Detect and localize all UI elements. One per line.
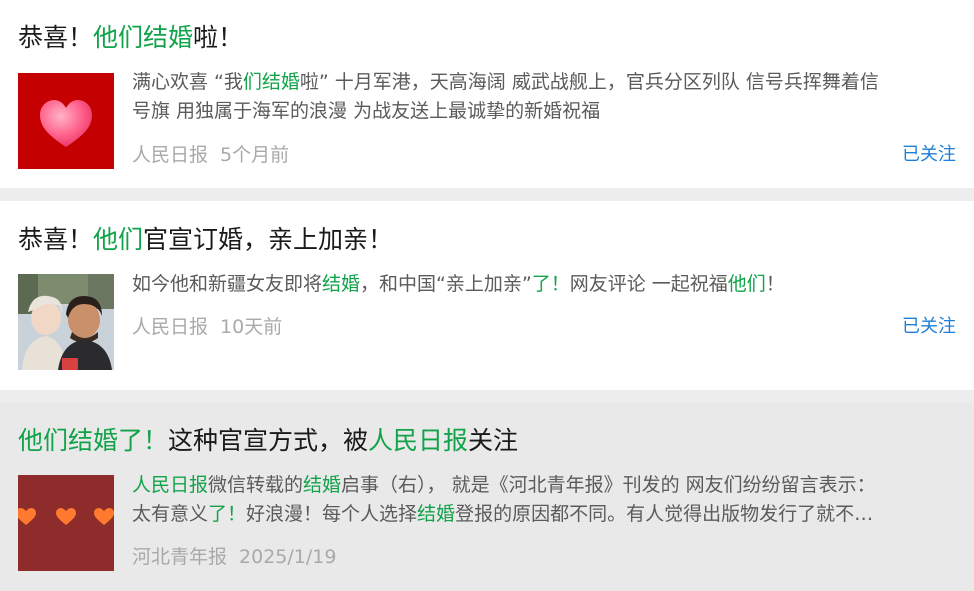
news-card[interactable]: 恭喜！他们结婚啦！ 满心欢喜 “我们结婚啦” 十月军港，天高海阔 威武战舰上，官…	[0, 0, 974, 188]
news-thumbnail[interactable]	[18, 475, 114, 571]
follow-button[interactable]: 已关注	[902, 312, 956, 338]
news-thumbnail[interactable]	[18, 73, 114, 169]
news-card[interactable]: 恭喜！他们官宣订婚，亲上加亲！ 如今他和新疆女友即将结婚，和中国“亲上加亲”了！…	[0, 201, 974, 390]
publish-time: 5个月前	[220, 144, 290, 166]
publish-time: 2025/1/19	[239, 546, 337, 568]
news-title[interactable]: 恭喜！他们官宣订婚，亲上加亲！	[18, 224, 393, 256]
news-title[interactable]: 恭喜！他们结婚啦！	[18, 22, 243, 54]
publish-time: 10天前	[220, 316, 283, 338]
news-card[interactable]: 他们结婚了！这种官宣方式，被人民日报关注 人民日报微信转载的结婚启事（右）， 就…	[0, 403, 974, 591]
source-name: 人民日报	[132, 316, 209, 338]
news-summary: 如今他和新疆女友即将结婚，和中国“亲上加亲”了！网友评论 一起祝福他们！	[132, 273, 785, 295]
news-title[interactable]: 他们结婚了！这种官宣方式，被人民日报关注	[18, 425, 518, 457]
couple-photo	[18, 274, 114, 370]
hearts-icon	[18, 508, 114, 525]
news-summary: 人民日报微信转载的结婚启事（右）， 就是《河北青年报》刊发的 网友们纷纷留言表示…	[132, 474, 876, 525]
news-meta: 河北青年报 2025/1/19	[132, 542, 336, 569]
source-name: 河北青年报	[132, 546, 228, 568]
news-summary: 满心欢喜 “我们结婚啦” 十月军港，天高海阔 威武战舰上，官兵分区列队 信号兵挥…	[132, 71, 879, 122]
news-thumbnail[interactable]	[18, 274, 114, 370]
follow-button[interactable]: 已关注	[902, 140, 956, 166]
news-meta: 人民日报 5个月前	[132, 140, 289, 167]
news-meta: 人民日报 10天前	[132, 312, 282, 339]
heart-icon	[40, 100, 92, 147]
source-name: 人民日报	[132, 144, 209, 166]
